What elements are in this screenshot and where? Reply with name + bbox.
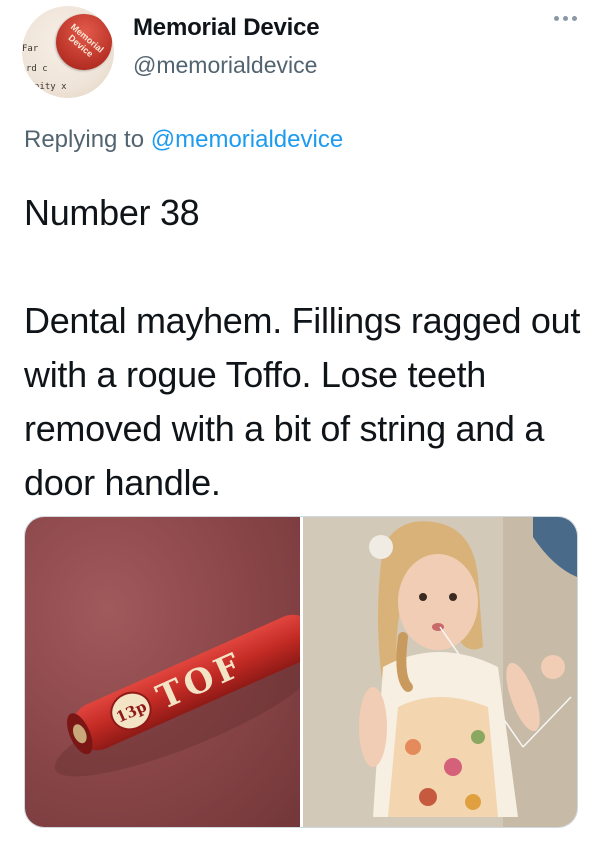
- toffo-illustration: 13p TOF: [54, 614, 300, 777]
- tweet-paragraph: Dental mayhem. Fillings ragged out with …: [24, 300, 581, 503]
- media-grid: 13p TOF: [24, 516, 578, 828]
- display-name[interactable]: Memorial Device: [133, 14, 320, 42]
- dot: [572, 16, 577, 21]
- replying-to: Replying to @memorialdevice: [24, 126, 343, 154]
- child-photo[interactable]: [302, 517, 577, 827]
- memorial-device-badge: Memorial Device: [44, 6, 114, 82]
- dot: [563, 16, 568, 21]
- avatar-scrap-text: nity x: [34, 82, 67, 92]
- tweet-text: Number 38 Dental mayhem. Fillings ragged…: [24, 186, 584, 510]
- toffo-photo[interactable]: 13p TOF: [25, 517, 300, 827]
- avatar-scrap-text: Far: [22, 44, 39, 54]
- reply-mention-link[interactable]: @memorialdevice: [151, 126, 343, 153]
- replying-prefix: Replying to: [24, 126, 151, 153]
- child-illustration: [302, 517, 577, 827]
- avatar[interactable]: Far rd c nity x Memorial Device: [22, 6, 114, 98]
- dot: [554, 16, 559, 21]
- avatar-scrap-text: rd c: [26, 64, 48, 74]
- more-options-icon[interactable]: [554, 16, 577, 21]
- tweet-line: Number 38: [24, 192, 200, 233]
- user-handle[interactable]: @memorialdevice: [133, 52, 317, 79]
